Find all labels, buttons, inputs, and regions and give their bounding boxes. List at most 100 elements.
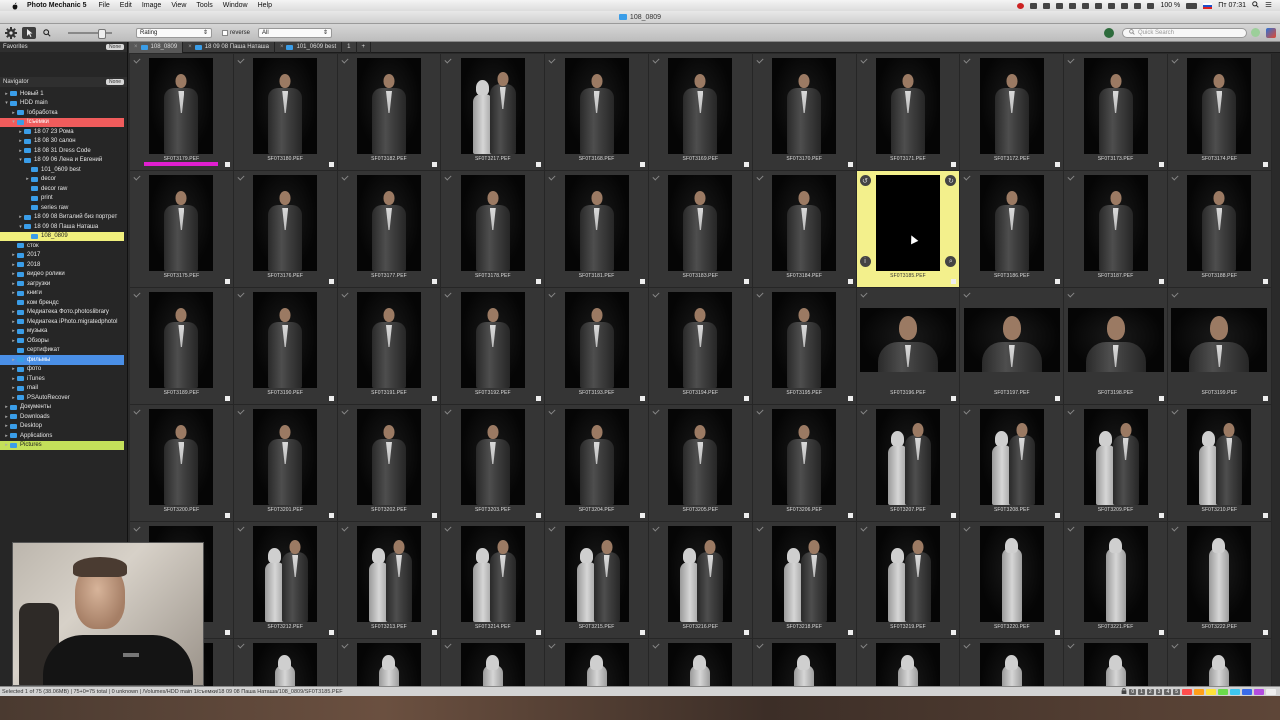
thumbnail-cell[interactable]: SF0T3194.PEF: [648, 288, 753, 405]
photo-thumbnail[interactable]: [875, 58, 940, 154]
folder-tree-item[interactable]: ▸ 18 08 30 салон: [0, 137, 127, 147]
select-box[interactable]: [743, 630, 749, 635]
photo-thumbnail[interactable]: [149, 58, 214, 154]
photo-thumbnail[interactable]: [875, 526, 940, 622]
wifi-icon[interactable]: [1121, 2, 1129, 9]
tag-checkbox[interactable]: [652, 173, 660, 181]
photo-thumbnail[interactable]: [149, 292, 214, 388]
contact-sheet-tab[interactable]: +: [357, 41, 372, 53]
select-box[interactable]: [1262, 396, 1268, 401]
display-icon[interactable]: [1082, 2, 1090, 9]
photo-thumbnail[interactable]: [460, 175, 525, 271]
tag-checkbox[interactable]: [237, 56, 245, 64]
disclosure-closed-icon[interactable]: ▸: [10, 309, 17, 315]
photo-thumbnail[interactable]: [979, 643, 1044, 686]
folder-tree-item[interactable]: ▸ фото: [0, 365, 127, 375]
thumbnail-cell[interactable]: SF0T3199.PEF: [1167, 288, 1272, 405]
folder-tree-item[interactable]: ▸ фильмы: [0, 355, 124, 365]
tag-checkbox[interactable]: [444, 641, 452, 649]
thumbnail-cell[interactable]: SF0T3208.PEF: [960, 405, 1065, 522]
rotate-right-icon[interactable]: ↻: [945, 175, 957, 186]
tag-checkbox[interactable]: [963, 524, 971, 532]
select-box[interactable]: [847, 513, 853, 518]
rating-filter-chip[interactable]: 5: [1173, 688, 1180, 695]
select-box[interactable]: [1158, 513, 1164, 518]
select-box[interactable]: [224, 396, 230, 401]
thumbnail-cell[interactable]: SF0T3174.PEF: [1167, 54, 1272, 171]
photo-thumbnail[interactable]: [1067, 308, 1164, 372]
photo-thumbnail[interactable]: [564, 643, 629, 686]
thumbnail-cell[interactable]: SF0T3195.PEF: [752, 288, 857, 405]
color-class-chip[interactable]: [1218, 688, 1228, 695]
select-box[interactable]: [1158, 630, 1164, 635]
tag-checkbox[interactable]: [548, 524, 556, 532]
thumbnail-cell[interactable]: SF0T3214.PEF: [441, 522, 546, 639]
thumbnail-cell[interactable]: SF0T3188.PEF: [1167, 171, 1272, 288]
disclosure-closed-icon[interactable]: ▸: [10, 366, 17, 372]
search-icon[interactable]: [1252, 1, 1259, 10]
folder-tree-item[interactable]: ▸ PSAutoRecover: [0, 393, 127, 403]
photo-thumbnail[interactable]: [1187, 409, 1252, 505]
photo-thumbnail[interactable]: [460, 643, 525, 686]
thumbnail-cell[interactable]: [1064, 639, 1168, 686]
tag-checkbox[interactable]: [652, 641, 660, 649]
folder-tree-item[interactable]: series raw: [0, 203, 127, 213]
select-box[interactable]: [639, 279, 645, 284]
clock[interactable]: Пт 07:31: [1218, 2, 1246, 9]
rating-filter-chip[interactable]: 2: [1146, 688, 1154, 695]
select-box[interactable]: [1262, 279, 1268, 284]
select-box[interactable]: [743, 513, 749, 518]
photo-thumbnail[interactable]: [253, 643, 318, 686]
folder-tree-item[interactable]: ▸ Новый 1: [0, 89, 127, 99]
select-box[interactable]: [847, 630, 853, 635]
photo-thumbnail[interactable]: [772, 409, 837, 505]
select-box[interactable]: [951, 630, 957, 635]
disclosure-closed-icon[interactable]: ▸: [10, 271, 17, 277]
tag-checkbox[interactable]: [756, 407, 764, 415]
tag-checkbox[interactable]: [237, 407, 245, 415]
thumbnail-cell[interactable]: SF0T3196.PEF: [856, 288, 961, 405]
tag-checkbox[interactable]: [860, 641, 868, 649]
thumbnail-cell[interactable]: SF0T3215.PEF: [545, 522, 649, 639]
thumbnail-cell[interactable]: [441, 639, 546, 686]
photo-thumbnail[interactable]: [460, 292, 525, 388]
tag-checkbox[interactable]: [341, 173, 349, 181]
close-tab-icon[interactable]: ×: [134, 44, 138, 50]
photo-thumbnail[interactable]: [668, 409, 733, 505]
disclosure-closed-icon[interactable]: ▸: [3, 404, 10, 410]
select-box[interactable]: [328, 279, 334, 284]
disclosure-closed-icon[interactable]: ▸: [3, 433, 10, 439]
color-class-chip[interactable]: [1242, 688, 1252, 695]
tag-checkbox[interactable]: [237, 641, 245, 649]
folder-tree-item[interactable]: ▸ !обработка: [0, 108, 127, 118]
folder-tree-item[interactable]: ▸ Applications: [0, 431, 127, 441]
thumbnail-size-slider[interactable]: [68, 28, 112, 39]
select-box[interactable]: [1055, 513, 1061, 518]
info-icon[interactable]: i: [859, 256, 871, 267]
thumbnail-cell[interactable]: SF0T3170.PEF: [752, 54, 857, 171]
photo-thumbnail[interactable]: [564, 58, 629, 154]
photo-thumbnail[interactable]: [1187, 526, 1252, 622]
thumbnail-cell[interactable]: SF0T3178.PEF: [441, 171, 546, 288]
select-box[interactable]: [847, 279, 853, 284]
folder-tree-item[interactable]: print: [0, 194, 127, 204]
photo-thumbnail[interactable]: [253, 409, 318, 505]
tag-checkbox[interactable]: [756, 173, 764, 181]
photo-thumbnail[interactable]: [668, 643, 733, 686]
folder-tree-item[interactable]: ▸ 2018: [0, 260, 127, 270]
select-box[interactable]: [951, 513, 957, 518]
select-box[interactable]: [847, 396, 853, 401]
folder-tree-item[interactable]: ▸ Pictures: [0, 440, 124, 450]
folder-tree-item[interactable]: ▾ 18 09 08 Паша Наташа: [0, 222, 127, 232]
thumbnail-cell-selected[interactable]: ↺ ↻ i ⌕ SF0T3185.PEF: [856, 171, 961, 288]
tag-checkbox[interactable]: [652, 524, 660, 532]
tag-checkbox[interactable]: [652, 407, 660, 415]
tag-checkbox[interactable]: [860, 56, 868, 64]
folder-tree-item[interactable]: ▸ Обзоры: [0, 336, 127, 346]
tag-checkbox[interactable]: [963, 407, 971, 415]
lock-icon[interactable]: [1121, 687, 1127, 696]
photo-thumbnail[interactable]: [1083, 526, 1148, 622]
select-box[interactable]: [536, 279, 542, 284]
folder-tree-item[interactable]: ▸ decor: [0, 175, 127, 185]
select-box[interactable]: [1262, 162, 1268, 167]
